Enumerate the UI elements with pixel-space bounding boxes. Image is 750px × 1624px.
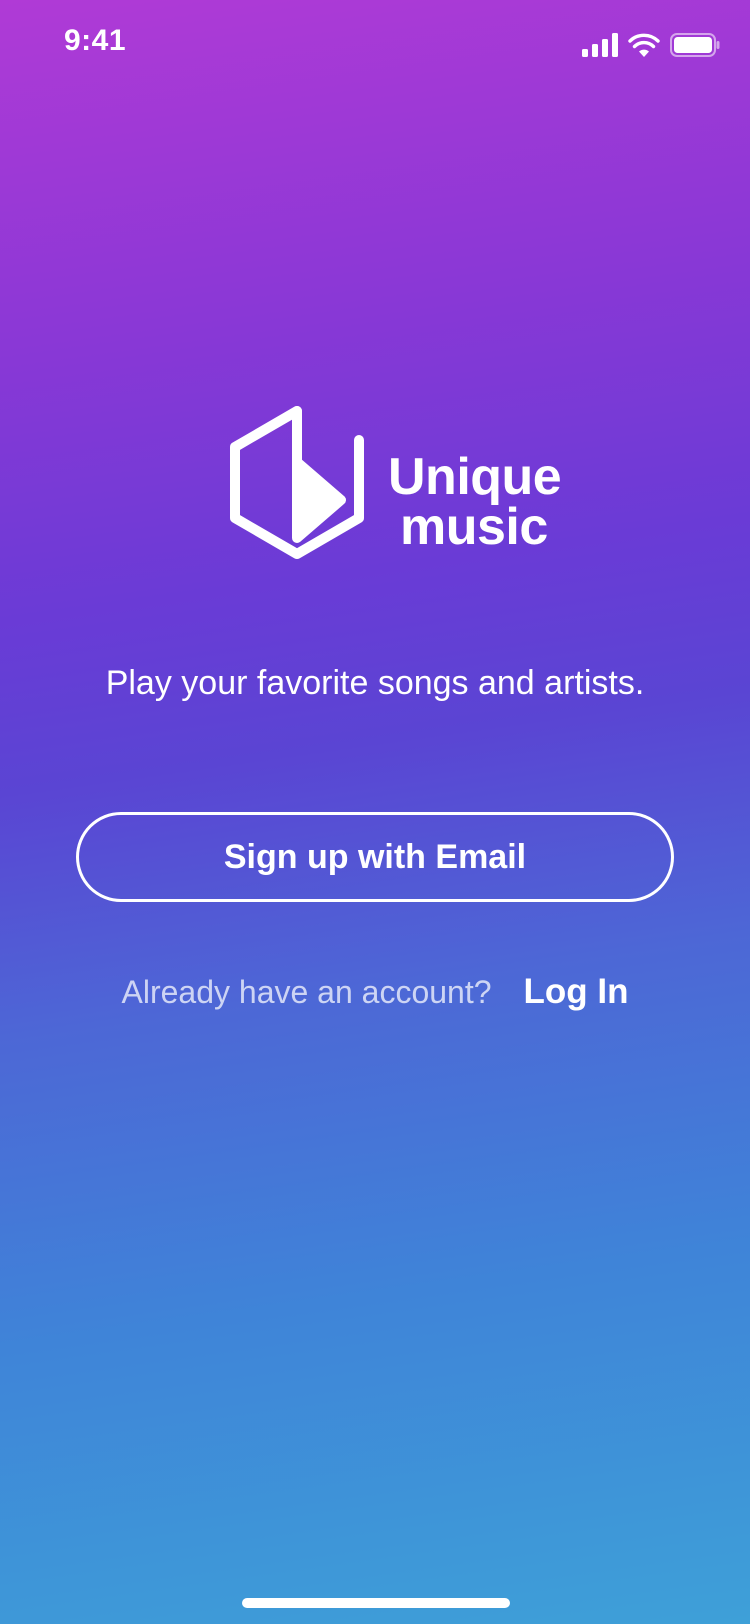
logo-word-music: music [400,498,548,556]
login-prompt: Already have an account? [121,974,492,1010]
logo-word-unique: Unique [388,448,562,506]
status-time: 9:41 [64,24,127,57]
signal-icon [582,33,618,57]
signup-button-label: Sign up with Email [223,837,527,876]
tagline: Play your favorite songs and artists. [105,664,645,702]
app-logo: Unique music [230,406,570,576]
home-indicator[interactable] [242,1598,510,1608]
hexagon-play-icon [230,406,364,559]
wifi-icon [628,33,660,57]
login-row: Already have an account? Log In [0,972,750,1012]
signup-email-button[interactable]: Sign up with Email [76,812,674,902]
battery-icon [670,33,720,57]
logo-wordmark: Unique music [388,448,578,556]
login-link[interactable]: Log In [524,972,629,1012]
status-bar: 9:41 [0,0,750,88]
status-icons [582,30,720,60]
